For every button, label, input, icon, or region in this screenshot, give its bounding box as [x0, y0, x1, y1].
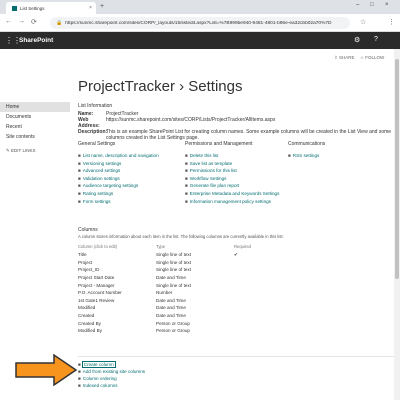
url-field[interactable]: 🔒 https://sunmc.sharepoint.com/sites/COR…: [50, 17, 350, 29]
general-settings-heading: General Settings: [78, 141, 116, 147]
column-ordering-link[interactable]: ■ Column ordering: [78, 375, 145, 382]
indexed-columns-link[interactable]: ■ Indexed columns: [78, 382, 145, 389]
suite-bar: ⋮⋮ SharePoint ⚙ ?: [0, 32, 400, 49]
nav-item-documents[interactable]: Documents: [0, 112, 70, 122]
table-row[interactable]: Project Start Date Date and Time: [78, 274, 268, 282]
columns-table-header: Column (click to edit) Type Required: [78, 244, 251, 249]
orange-arrow-icon: [15, 353, 78, 387]
help-icon[interactable]: ?: [374, 36, 378, 43]
table-row[interactable]: Project - Manager Single line of text: [78, 281, 268, 289]
table-row[interactable]: Modified By Person or Group: [78, 327, 268, 335]
link-versioning[interactable]: ■ Versioning settings: [78, 160, 159, 168]
link-delete-list[interactable]: ■ Delete this list: [185, 152, 279, 160]
left-navigation: Home Documents Recent Site contents ✎ ED…: [0, 102, 70, 160]
bookmark-star-icon[interactable]: ☆: [360, 18, 366, 26]
settings-content: List Information Name: ProjectTracker We…: [78, 103, 398, 388]
sharepoint-favicon-icon: [12, 5, 17, 11]
browser-tab-strip: List Settings × + – □ ×: [0, 0, 400, 14]
lock-icon: 🔒: [56, 20, 63, 26]
columns-description: A column stores information about each i…: [78, 234, 284, 239]
tab-title: List Settings: [20, 5, 45, 11]
address-bar: ← → ⟳ 🔒 https://sunmc.sharepoint.com/sit…: [0, 14, 400, 32]
divider: [78, 356, 398, 357]
window-close-icon[interactable]: ×: [385, 2, 389, 8]
info-web-row: Web Address: https://sunmc.sharepoint.co…: [78, 117, 276, 129]
minimize-icon[interactable]: –: [356, 2, 359, 8]
link-info-policy[interactable]: ■ Information management policy settings: [185, 198, 279, 206]
forward-icon[interactable]: →: [18, 18, 25, 25]
back-icon[interactable]: ←: [5, 18, 12, 25]
columns-table: Column (click to edit) Type Required Tit…: [78, 244, 268, 335]
browser-menu-icon[interactable]: ⋮: [388, 18, 395, 26]
columns-heading: Columns: [78, 227, 98, 233]
browser-tab[interactable]: List Settings ×: [6, 2, 96, 14]
table-row[interactable]: Modified Date and Time: [78, 304, 268, 312]
link-rss[interactable]: ■ RSS settings: [288, 152, 325, 160]
link-save-template[interactable]: ■ Save list as template: [185, 160, 279, 168]
new-tab-icon[interactable]: +: [100, 3, 104, 10]
follow-button[interactable]: ☆ FOLLOW: [360, 55, 384, 61]
app-launcher-icon[interactable]: ⋮⋮: [5, 36, 21, 45]
tab-close-icon[interactable]: ×: [89, 5, 92, 11]
link-permissions[interactable]: ■ Permissions for this list: [185, 167, 279, 175]
page-title: ProjectTracker › Settings: [78, 78, 243, 95]
table-row[interactable]: Project_ID Single line of text: [78, 266, 268, 274]
nav-item-home[interactable]: Home: [0, 102, 70, 112]
link-rating[interactable]: ■ Rating settings: [78, 190, 159, 198]
maximize-icon[interactable]: □: [370, 2, 374, 8]
table-row[interactable]: 1st Gate1 Review Date and Time: [78, 297, 268, 305]
vertical-scrollbar[interactable]: [394, 49, 400, 400]
info-description-row: Description: This is an example SharePoi…: [78, 129, 392, 141]
link-advanced[interactable]: ■ Advanced settings: [78, 167, 159, 175]
gear-icon[interactable]: ⚙: [354, 36, 360, 44]
edit-links-button[interactable]: ✎ EDIT LINKS: [0, 142, 70, 160]
table-row[interactable]: P.O. Account Number Number: [78, 289, 268, 297]
link-audience[interactable]: ■ Audience targeting settings: [78, 182, 159, 190]
communications-group: Communications ■ RSS settings: [288, 141, 325, 160]
link-file-plan[interactable]: ■ Generate file plan report: [185, 182, 279, 190]
link-form[interactable]: ■ Form settings: [78, 198, 159, 206]
share-button[interactable]: ⇪ SHARE: [334, 55, 355, 61]
permissions-group: Permissions and Management ■ Delete this …: [185, 141, 279, 205]
table-row[interactable]: Created By Person or Group: [78, 319, 268, 327]
required-check-icon: ✔: [234, 251, 238, 257]
add-existing-columns-link[interactable]: ■ Add from existing site columns: [78, 368, 145, 375]
url-text: https://sunmc.sharepoint.com/sites/CORP/…: [65, 20, 332, 26]
link-list-name[interactable]: ■ List name, description and navigation: [78, 152, 159, 160]
table-row[interactable]: Title Single line of text ✔: [78, 251, 268, 259]
column-actions: ■ Create column ■ Add from existing site c…: [78, 361, 145, 389]
table-row[interactable]: Created Date and Time: [78, 312, 268, 320]
sharepoint-brand[interactable]: SharePoint: [19, 37, 53, 44]
link-workflow[interactable]: ■ Workflow Settings: [185, 175, 279, 183]
permissions-heading: Permissions and Management: [185, 141, 253, 147]
nav-item-recent[interactable]: Recent: [0, 122, 70, 132]
scrollbar-thumb[interactable]: [395, 59, 399, 279]
general-settings-group: General Settings ■ List name, description…: [78, 141, 159, 205]
link-metadata[interactable]: ■ Enterprise Metadata and Keywords Settin…: [185, 190, 279, 198]
nav-item-site-contents[interactable]: Site contents: [0, 132, 70, 142]
create-column-link[interactable]: ■ Create column: [78, 361, 145, 368]
communications-heading: Communications: [288, 141, 326, 147]
link-validation[interactable]: ■ Validation settings: [78, 175, 159, 183]
reload-icon[interactable]: ⟳: [31, 18, 37, 26]
table-row[interactable]: Project Single line of text: [78, 259, 268, 267]
list-info-heading: List Information: [78, 103, 113, 109]
